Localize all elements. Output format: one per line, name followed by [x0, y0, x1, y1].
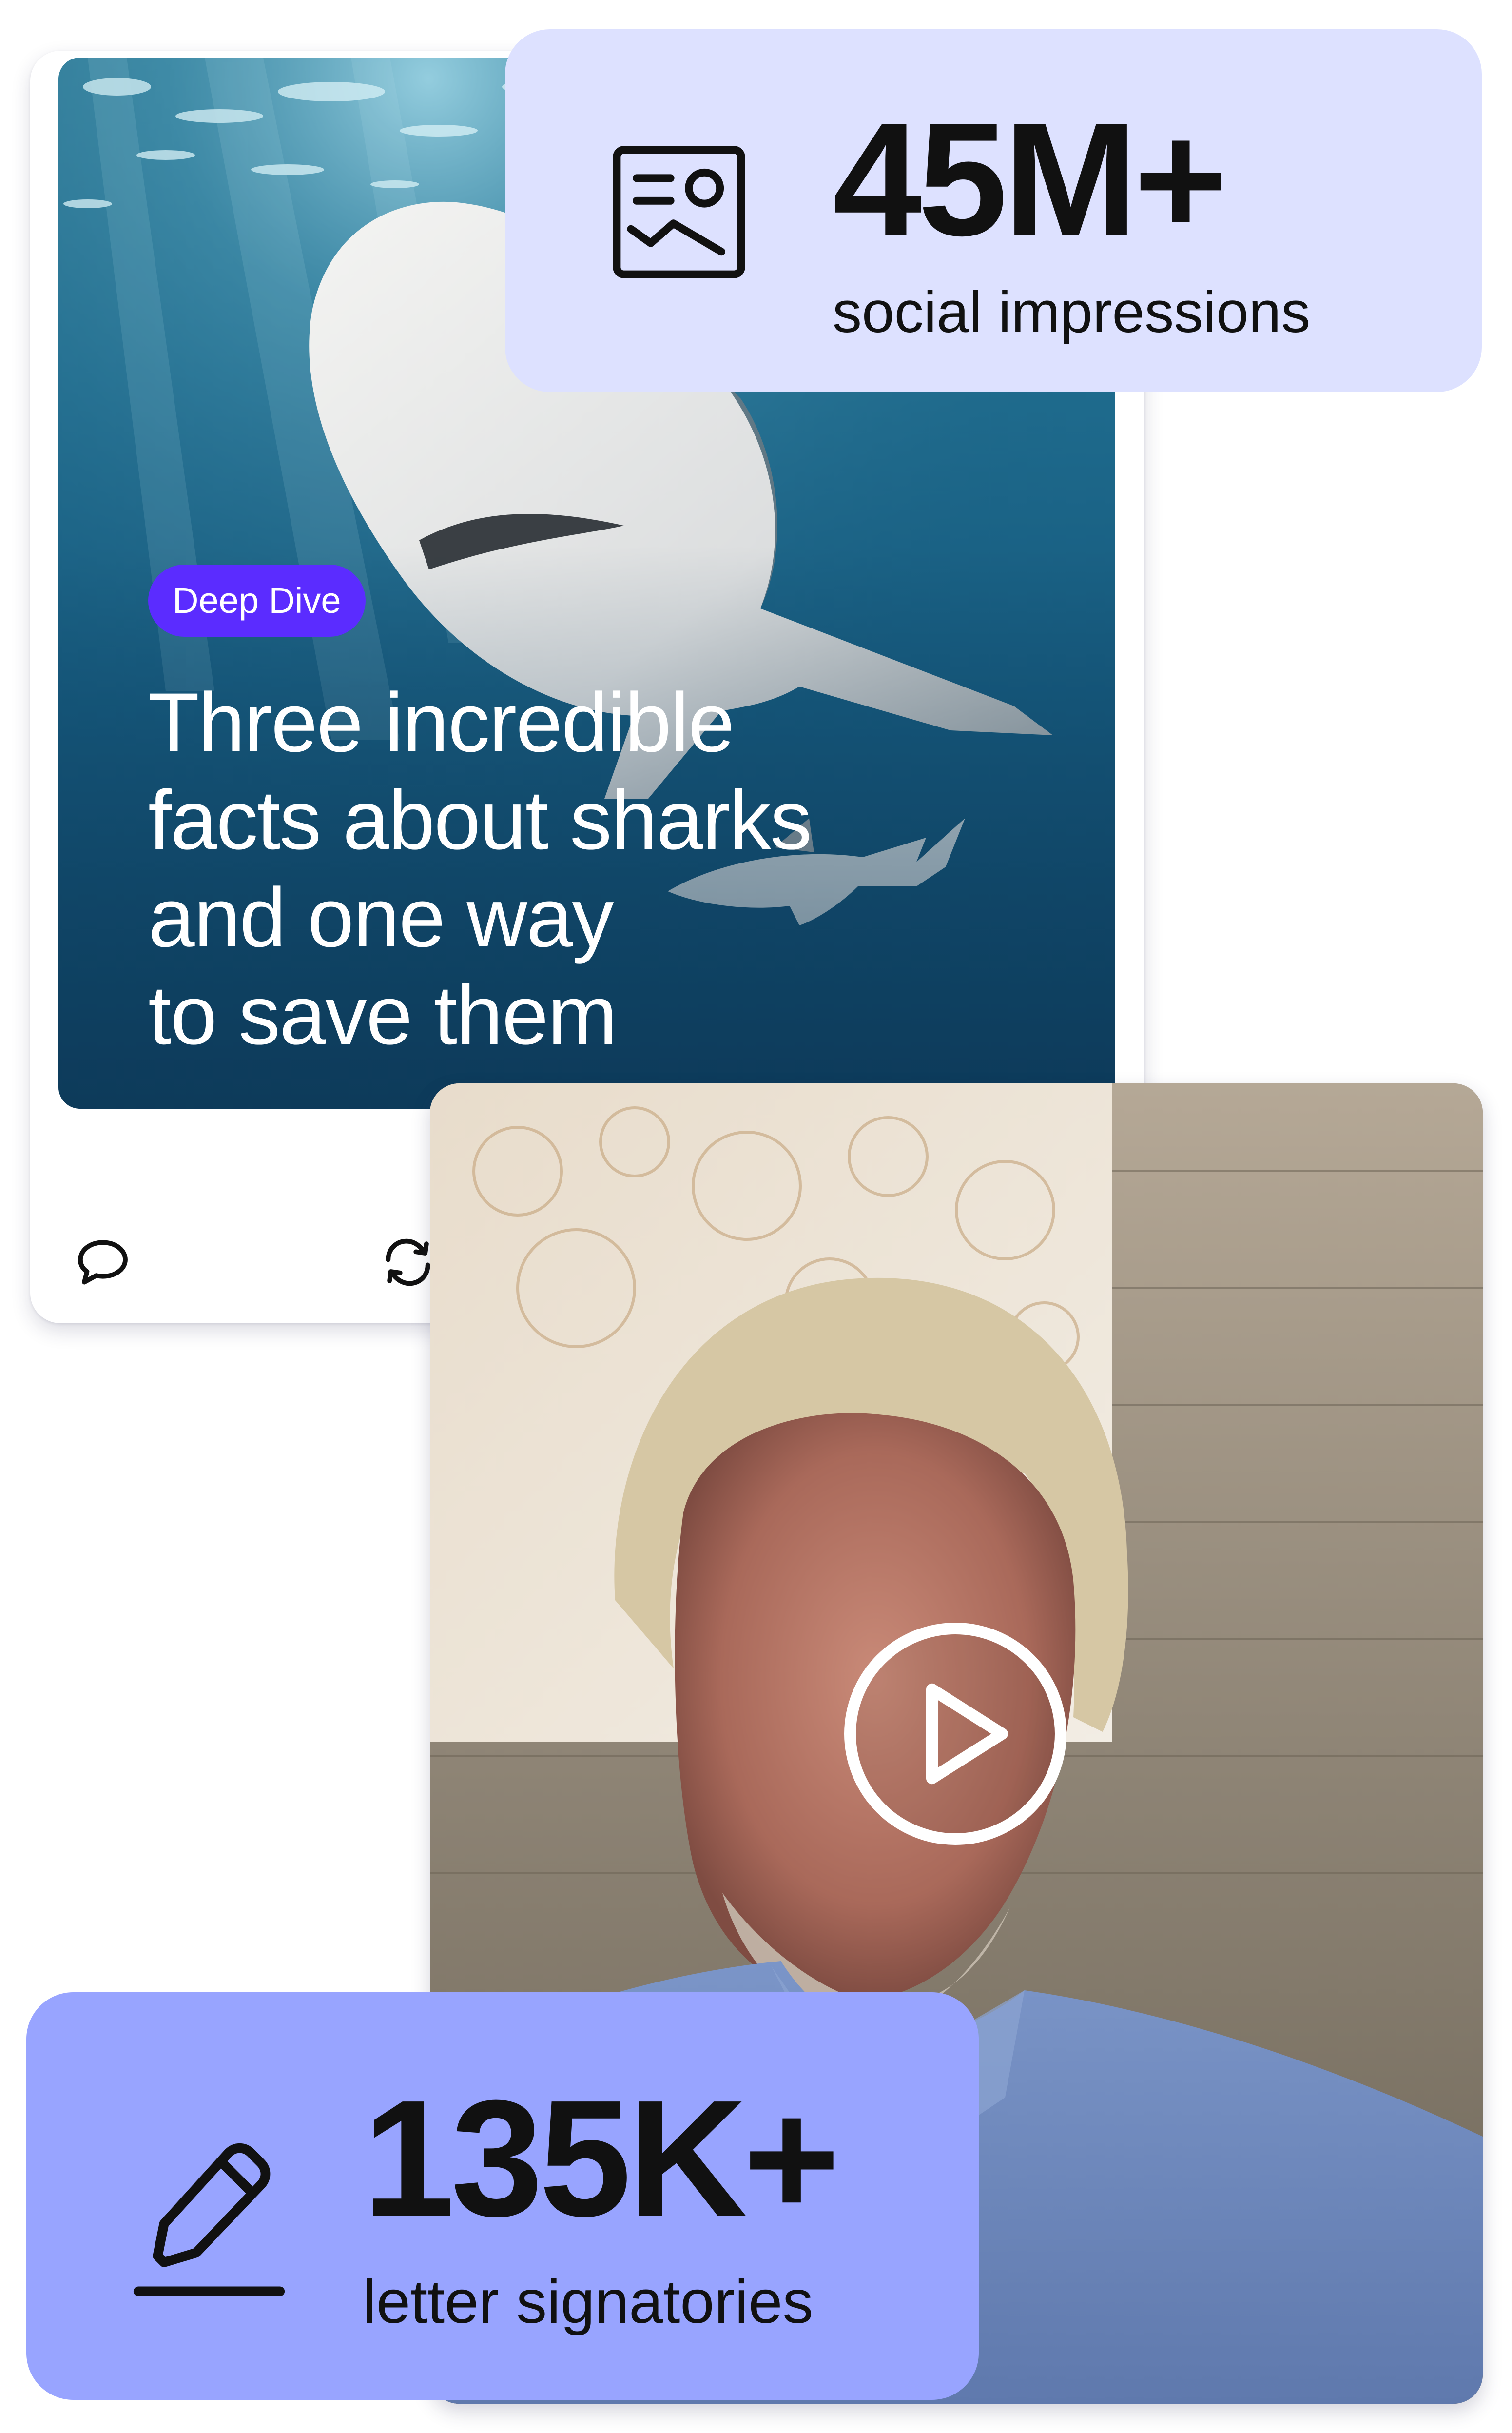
image-post-icon: [608, 141, 750, 283]
impressions-value: 45M+: [833, 89, 1228, 269]
stat-card-impressions: 45M+ social impressions: [505, 29, 1482, 392]
signatories-label: letter signatories: [363, 2267, 814, 2336]
headline-line: Three incredible: [148, 676, 735, 769]
play-icon: [844, 1623, 1066, 1845]
play-button[interactable]: [838, 1617, 1072, 1851]
headline-line: and one way: [148, 871, 614, 964]
comment-icon: [78, 1240, 128, 1285]
impressions-label: social impressions: [833, 279, 1311, 345]
deep-dive-tag[interactable]: Deep Dive: [148, 565, 366, 637]
pencil-sign-icon: [129, 2124, 290, 2309]
stat-card-signatories: 135K+ letter signatories: [26, 1992, 979, 2400]
signatories-value: 135K+: [363, 2066, 840, 2251]
post-headline: Three incredible facts about sharks and …: [148, 674, 977, 1064]
comment-button[interactable]: [71, 1231, 135, 1294]
headline-line: facts about sharks: [148, 773, 812, 867]
headline-line: to save them: [148, 968, 618, 1062]
